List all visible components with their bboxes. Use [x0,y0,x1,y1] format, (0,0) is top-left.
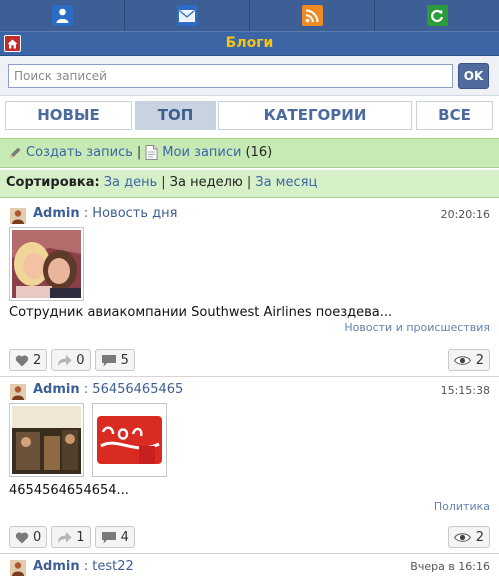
post-author-link[interactable]: Admin [33,382,80,397]
separator: | [136,145,142,160]
post-item: Admin : test22 Вчера в 16:16 [0,554,499,578]
pencil-icon [10,147,21,158]
tab-categories[interactable]: КАТЕГОРИИ [218,101,412,130]
post-photo-image [12,230,81,298]
post-title-link[interactable]: test22 [92,559,134,574]
author-avatar-icon [10,384,26,400]
post-title-link[interactable]: 56456465465 [92,382,183,397]
sort-month-link[interactable]: За месяц [255,175,317,190]
eye-icon [453,532,471,542]
nav-rss-button[interactable] [250,0,375,31]
sort-bar: Сортировка: За день | За неделю | За мес… [0,170,499,198]
eye-icon [453,355,471,365]
heart-icon [15,531,29,543]
comment-icon [101,354,116,366]
share-button[interactable]: 0 [51,349,91,371]
create-bar: Создать запись | Мои записи (16) [0,138,499,168]
nav-profile-button[interactable] [0,0,125,31]
document-icon [145,145,158,160]
refresh-icon [426,5,448,26]
my-posts-count: (16) [245,145,273,160]
post-actions: 2 0 5 [9,349,139,371]
post-header-colon: : [83,382,89,397]
comment-button[interactable]: 4 [94,526,135,548]
search-input[interactable] [8,64,453,88]
search-row: OK [0,56,499,96]
mail-icon [176,5,198,26]
like-count: 0 [33,529,42,545]
post-time: Вчера в 16:16 [410,560,490,573]
search-ok-button[interactable]: OK [458,63,489,89]
post-author-link[interactable]: Admin [33,559,80,574]
post-text: Сотрудник авиакомпании Southwest Airline… [9,305,393,320]
post-header: Admin : 56456465465 [33,382,183,397]
share-button[interactable]: 1 [51,526,91,548]
sort-week-current: За неделю [169,175,243,190]
nav-refresh-button[interactable] [375,0,499,31]
separator: | [161,175,166,190]
author-avatar-icon [10,560,26,576]
post-header-colon: : [83,206,89,221]
post-text: 4654564654654... [9,483,129,498]
post-category-link[interactable]: Новости и происшествия [344,321,490,334]
sort-day-link[interactable]: За день [104,175,158,190]
share-icon [58,531,72,543]
share-count: 0 [76,352,85,368]
sort-label: Сортировка: [6,175,100,190]
create-post-link[interactable]: Создать запись [26,145,133,160]
share-count: 1 [76,529,85,545]
post-time: 20:20:16 [440,208,490,221]
my-posts-link[interactable]: Мои записи [162,145,241,160]
tab-new[interactable]: НОВЫЕ [5,101,132,130]
post-photo-image [12,406,81,474]
profile-icon [51,5,73,26]
page-title: Блоги [225,35,274,51]
post-time: 15:15:38 [440,384,490,397]
post-header: Admin : Новость дня [33,206,177,221]
top-nav [0,0,499,31]
post-header: Admin : test22 [33,559,134,574]
share-icon [58,354,72,366]
post-thumbnail[interactable] [9,227,84,301]
views-counter: 2 [447,526,490,548]
post-item: Admin : 56456465465 15:15:38 46545646546… [0,377,499,554]
like-button[interactable]: 0 [9,526,48,548]
coca-cola-image [95,406,164,474]
comment-icon [101,531,116,543]
post-category-link[interactable]: Политика [434,500,490,513]
comment-button[interactable]: 5 [94,349,135,371]
post-header-colon: : [83,559,89,574]
comment-count: 5 [120,352,129,368]
comment-count: 4 [120,529,129,545]
post-title-link[interactable]: Новость дня [92,206,177,221]
tab-top[interactable]: ТОП [135,101,216,130]
post-item: Admin : Новость дня 20:20:16 Сотрудник а… [0,200,499,377]
post-thumbnail[interactable] [9,403,84,477]
tab-all[interactable]: ВСЕ [416,101,493,130]
rss-icon [301,5,323,26]
views-counter: 2 [447,349,490,371]
like-count: 2 [33,352,42,368]
title-bar: Блоги [0,31,499,56]
views-count: 2 [475,529,484,545]
tabs: НОВЫЕ ТОП КАТЕГОРИИ ВСЕ [5,101,494,130]
nav-mail-button[interactable] [125,0,250,31]
post-thumbnail[interactable] [92,403,167,477]
heart-icon [15,354,29,366]
like-button[interactable]: 2 [9,349,48,371]
post-actions: 0 1 4 [9,526,139,548]
views-count: 2 [475,352,484,368]
separator: | [246,175,252,190]
post-author-link[interactable]: Admin [33,206,80,221]
author-avatar-icon [10,208,26,224]
